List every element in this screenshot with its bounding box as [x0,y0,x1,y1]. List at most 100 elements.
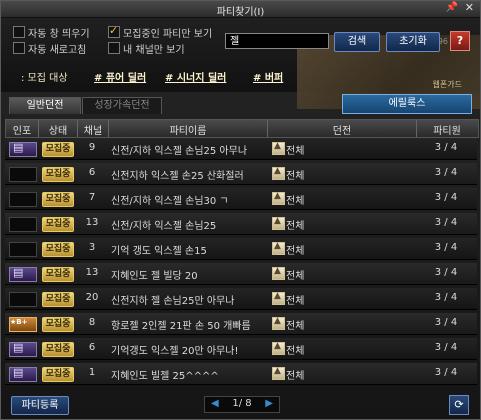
members-cell: 3 / 4 [434,267,458,278]
tab-normal-dungeon[interactable]: 일반던전 [9,97,81,114]
channel-cell: 3 [88,242,96,253]
status-badge: 모집중 [42,292,74,307]
channel-cell: 13 [85,217,99,228]
tag-synergy-dealer[interactable]: # 시너지 딜러 [165,69,226,84]
location-label: 웹폰가드 [432,80,462,89]
party-info-icon[interactable] [9,341,37,357]
col-members[interactable]: 파티원 [417,122,477,137]
search-input[interactable]: 젤 [225,33,329,49]
members-cell: 3 / 4 [434,367,458,378]
col-status[interactable]: 상태 [39,122,77,137]
members-cell: 3 / 4 [434,192,458,203]
table-row[interactable]: 모집중 1 지혜인도 빌젤 25^^^^ 전체 3 / 4 [5,363,477,385]
status-badge: 모집중 [42,267,74,282]
dungeon-cell: 전체 [286,146,305,157]
tab-growth-dungeon[interactable]: 성장가속던전 [82,97,162,114]
dungeon-icon [272,341,285,355]
dungeon-icon [272,316,285,330]
recruiting-only-checkbox[interactable]: 모집중인 파티만 보기 [108,24,212,40]
close-icon[interactable]: ✕ [465,1,474,14]
my-channel-checkbox[interactable]: 내 채널만 보기 [108,42,185,56]
search-button[interactable]: 검색 [334,32,380,52]
members-cell: 3 / 4 [434,292,458,303]
status-badge: 모집중 [42,242,74,257]
party-name-cell: 신전/지하 익스젤 손님25 [111,221,217,232]
info-slot[interactable] [9,242,37,257]
party-name-cell: 신전지하 젤 손님25만 아무나 [111,296,235,307]
dungeon-cell: 전체 [286,346,305,357]
channel-cell: 9 [88,142,96,153]
info-slot[interactable] [9,217,37,232]
info-slot[interactable] [9,192,37,207]
dungeon-icon [272,266,285,280]
table-row[interactable]: 모집중 3 기억 갱도 익스젤 손15 전체 3 / 4 [5,238,477,260]
dungeon-icon [272,366,285,380]
status-badge: 모집중 [42,217,74,232]
party-info-icon[interactable] [9,141,37,157]
party-info-icon[interactable] [9,266,37,282]
table-row[interactable]: 모집중 8 항로젤 2인젤 21판 손 50 개빠름 전체 3 / 4 [5,313,477,335]
checkbox-icon[interactable] [108,42,120,54]
filter-panel: Lv.60.96 웹폰가드 자동 창 띄우기 모집중인 파티만 보기 자동 새로… [1,18,480,109]
reset-button[interactable]: 초기화 [386,32,440,52]
dungeon-cell: 전체 [286,246,305,257]
table-row[interactable]: 모집중 6 신전지하 익스젤 손25 산화절러 전체 3 / 4 [5,163,477,185]
dungeon-cell: 전체 [286,196,305,207]
status-badge: 모집중 [42,367,74,382]
channel-cell: 6 [88,167,96,178]
party-info-icon[interactable] [9,366,37,382]
next-page-icon[interactable]: ▶ [265,398,273,409]
window-title: 파티찾기(I) [216,7,265,18]
dungeon-cell: 전체 [286,171,305,182]
members-cell: 3 / 4 [434,167,458,178]
channel-cell: 8 [88,317,96,328]
col-channel[interactable]: 채널 [78,122,108,137]
table-row[interactable]: 모집중 6 기억갱도 익스젤 20만 아무나! 전체 3 / 4 [5,338,477,360]
dungeon-icon [272,166,285,180]
auto-refresh-checkbox[interactable]: 자동 새로고침 [13,42,86,56]
dungeon-cell: 전체 [286,371,305,382]
col-party-name[interactable]: 파티이름 [109,122,267,137]
tag-pure-dealer[interactable]: # 퓨어 딜러 [94,69,146,84]
party-name-cell: 기억갱도 익스젤 20만 아무나! [111,346,239,357]
rank-badge-icon[interactable] [9,317,37,332]
status-badge: 모집중 [42,192,74,207]
checkbox-icon[interactable] [13,26,25,38]
party-name-cell: 지혜인도 젤 빌당 20 [111,271,198,282]
checkbox-icon[interactable] [13,42,25,54]
status-badge: 모집중 [42,317,74,332]
dungeon-icon [272,241,285,255]
col-dungeon[interactable]: 던전 [268,122,416,137]
auto-popup-checkbox[interactable]: 자동 창 띄우기 [13,26,90,40]
table-row[interactable]: 모집중 13 신전/지하 익스젤 손님25 전체 3 / 4 [5,213,477,235]
checkbox-checked-icon[interactable] [108,24,120,38]
status-badge: 모집중 [42,342,74,357]
party-name-cell: 신전/지하 익스젤 손님25 아무나 [111,146,248,157]
table-row[interactable]: 모집중 20 신전지하 젤 손님25만 아무나 전체 3 / 4 [5,288,477,310]
info-slot[interactable] [9,292,37,307]
members-cell: 3 / 4 [434,142,458,153]
info-slot[interactable] [9,167,37,182]
dungeon-icon [272,216,285,230]
party-name-cell: 신전지하 익스젤 손25 산화절러 [111,171,244,182]
channel-cell: 7 [88,192,96,203]
help-icon[interactable]: ? [450,31,470,51]
table-row[interactable]: 모집중 9 신전/지하 익스젤 손님25 아무나 전체 3 / 4 [5,138,477,160]
channel-cell: 20 [85,292,99,303]
col-info[interactable]: 인포 [6,122,38,137]
pagination: ◀ 1/ 8 ▶ [204,396,280,413]
title-bar[interactable]: 파티찾기(I) 📌 ✕ [1,1,480,18]
recruit-target-label: : 모집 대상 [21,73,68,84]
eriluks-button[interactable]: 에릴룩스 [342,94,472,114]
table-row[interactable]: 모집중 7 신전/지하 익스젤 손님30 ㄱ 전체 3 / 4 [5,188,477,210]
register-party-button[interactable]: 파티등록 [11,396,69,415]
dungeon-icon [272,291,285,305]
pin-icon[interactable]: 📌 [446,2,458,13]
party-name-cell: 기억 갱도 익스젤 손15 [111,246,207,257]
tag-buffer[interactable]: # 버퍼 [253,69,283,84]
refresh-icon[interactable]: ⟳ [449,395,469,415]
members-cell: 3 / 4 [434,342,458,353]
party-finder-window: 파티찾기(I) 📌 ✕ Lv.60.96 웹폰가드 자동 창 띄우기 모집중인 … [0,0,481,420]
dungeon-cell: 전체 [286,221,305,232]
table-row[interactable]: 모집중 13 지혜인도 젤 빌당 20 전체 3 / 4 [5,263,477,285]
